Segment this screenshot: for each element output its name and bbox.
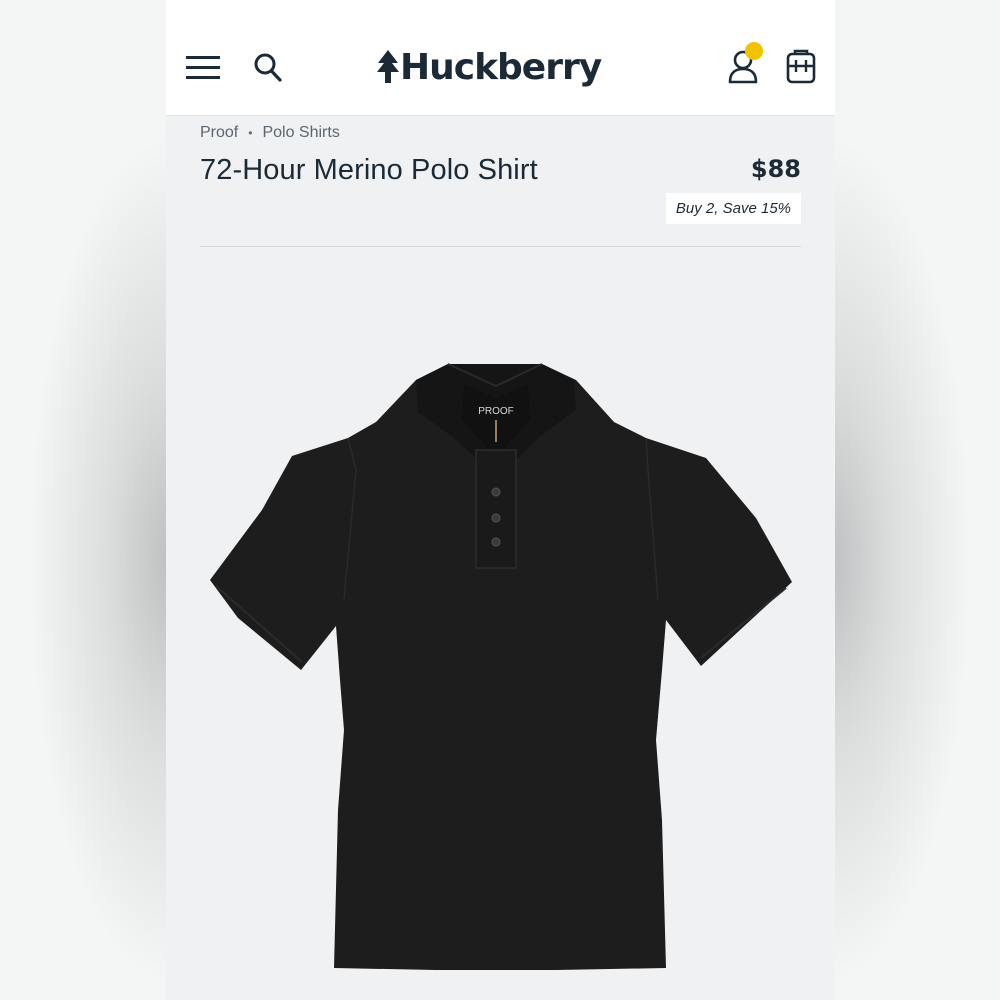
background-right <box>835 0 1000 1000</box>
hamburger-menu-icon[interactable] <box>186 54 220 82</box>
product-price: $88 <box>750 155 801 183</box>
huckberry-logo[interactable]: Huckberry <box>376 44 602 90</box>
backpack-icon[interactable] <box>784 48 818 86</box>
breadcrumb-item-proof[interactable]: Proof <box>200 124 238 142</box>
divider <box>200 246 801 247</box>
shirt-label: PROOF <box>478 406 514 417</box>
breadcrumb: Proof • Polo Shirts <box>200 124 340 142</box>
background-left <box>0 0 166 1000</box>
brand-name: Huckberry <box>400 46 602 88</box>
promo-badge: Buy 2, Save 15% <box>665 193 801 224</box>
product-page: Huckberry Proof • Polo Shirts 72-Hour Me… <box>166 0 835 1000</box>
tree-icon <box>377 50 399 83</box>
breadcrumb-item-polo-shirts[interactable]: Polo Shirts <box>262 124 339 142</box>
product-image[interactable]: PROOF <box>196 350 796 1000</box>
product-title: 72-Hour Merino Polo Shirt <box>200 154 538 186</box>
notification-dot <box>745 42 763 60</box>
breadcrumb-separator: • <box>248 126 253 140</box>
site-header: Huckberry <box>166 0 835 116</box>
search-icon[interactable] <box>254 52 284 84</box>
